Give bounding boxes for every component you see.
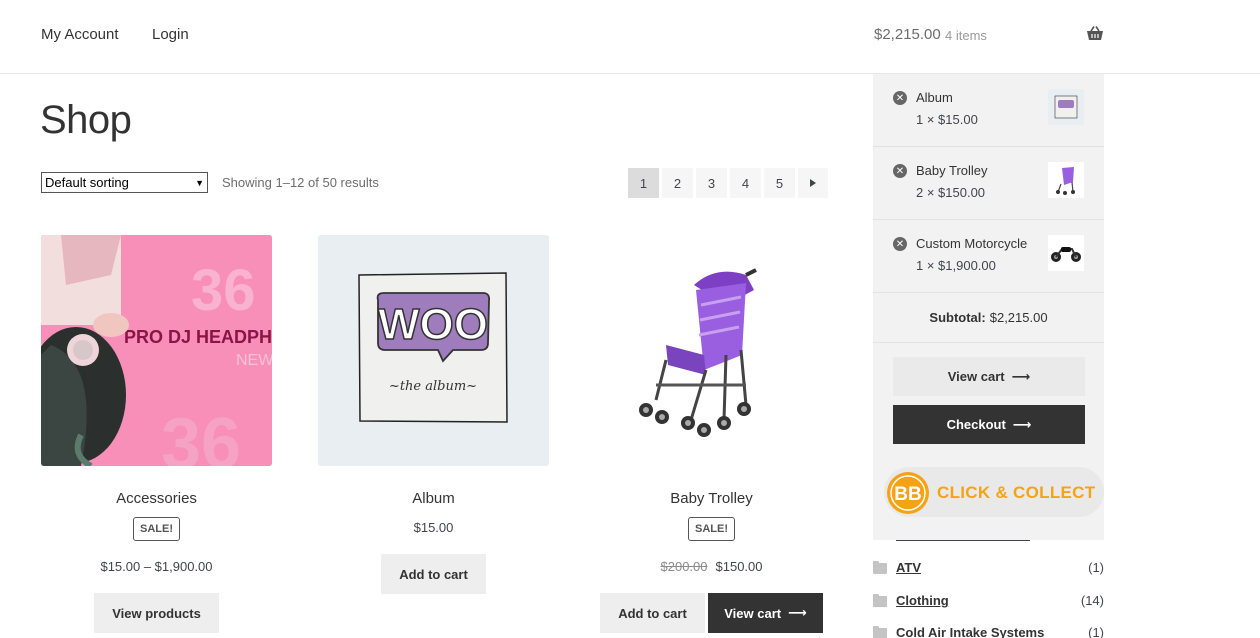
category-link[interactable]: ATV (896, 560, 921, 575)
product-price: $200.00 $150.00 (596, 559, 827, 574)
mini-cart-item-name[interactable]: Custom Motorcycle (916, 236, 1027, 251)
bb-logo-text: BB (894, 484, 921, 505)
category-item: Cold Air Intake Systems (1) (873, 625, 1104, 638)
nav-login[interactable]: Login (152, 26, 189, 43)
ad-sub: NEW (236, 352, 272, 369)
folder-icon (873, 594, 887, 607)
category-item: ATV (1) (873, 560, 1104, 580)
headphones-ad-image: 36 36 PRO DJ HEADPH NEW (41, 235, 272, 466)
remove-item-icon[interactable]: ✕ (893, 164, 907, 178)
mini-cart-view-cart-button[interactable]: View cart ⟶ (893, 357, 1085, 396)
chevron-down-icon: ▼ (195, 177, 204, 188)
view-cart-label: View cart (947, 369, 1005, 384)
caret-right-icon (810, 179, 816, 187)
subtotal-value: $2,215.00 (989, 310, 1048, 325)
mini-cart-thumb-motorcycle[interactable] (1048, 235, 1084, 271)
mini-cart-item-qty: 1 × $15.00 (916, 112, 978, 127)
product-image-album[interactable]: WOO ~the album~ (318, 235, 549, 466)
page-4[interactable]: 4 (730, 168, 761, 198)
woo-logo-text: WOO (378, 300, 488, 349)
product-title[interactable]: Baby Trolley (596, 490, 827, 507)
page-title: Shop (40, 98, 132, 142)
view-cart-button[interactable]: View cart ⟶ (708, 593, 823, 633)
mini-cart-subtotal: Subtotal: $2,215.00 (873, 293, 1104, 343)
pagination: 1 2 3 4 5 (628, 168, 828, 198)
mini-cart-item: ✕ Custom Motorcycle 1 × $1,900.00 (873, 220, 1104, 293)
page-1: 1 (628, 168, 659, 198)
basket-icon[interactable] (1086, 26, 1104, 42)
page-next-button[interactable] (798, 168, 828, 198)
mini-cart-item: ✕ Album 1 × $15.00 (873, 74, 1104, 147)
add-to-cart-button[interactable]: Add to cart (381, 554, 486, 594)
bb-logo-icon: BB (887, 472, 929, 514)
mini-cart-checkout-button[interactable]: Checkout ⟶ (893, 405, 1085, 444)
product-card-album: WOO ~the album~ Album $15.00 Add to cart (318, 235, 549, 594)
product-old-price: $200.00 (660, 559, 708, 574)
arrow-right-icon: ⟶ (788, 605, 807, 620)
subtotal-label: Subtotal: (929, 310, 986, 325)
page-2[interactable]: 2 (662, 168, 693, 198)
product-sale-price: $150.00 (715, 559, 763, 574)
sort-selected-value: Default sorting (45, 175, 129, 190)
ad-number-bottom: 36 (161, 404, 241, 466)
category-count: (14) (1080, 593, 1104, 608)
category-count: (1) (1088, 625, 1104, 638)
mini-cart-thumb-album[interactable] (1048, 89, 1084, 125)
view-products-button[interactable]: View products (94, 593, 219, 633)
remove-item-icon[interactable]: ✕ (893, 237, 907, 251)
stroller-image (639, 268, 757, 437)
category-link[interactable]: Cold Air Intake Systems (896, 625, 1044, 638)
product-card-baby-trolley: Baby Trolley SALE! $200.00 $150.00 Add to… (596, 235, 827, 633)
folder-icon (873, 626, 887, 638)
sale-badge: SALE! (688, 517, 735, 541)
page-5[interactable]: 5 (764, 168, 795, 198)
arrow-right-icon: ⟶ (1011, 368, 1031, 384)
album-cover-image: WOO ~the album~ (318, 235, 549, 466)
hidden-category-underline (896, 540, 1030, 541)
folder-icon (873, 561, 887, 574)
product-title[interactable]: Album (318, 490, 549, 507)
category-item: Clothing (14) (873, 593, 1104, 613)
category-count: (1) (1088, 560, 1104, 575)
click-collect-banner[interactable]: BB CLICK & COLLECT (884, 467, 1104, 517)
sort-select[interactable]: Default sorting ▼ (41, 172, 208, 193)
header-cart-count[interactable]: 4 items (945, 28, 987, 43)
album-thumb-image (1054, 95, 1078, 119)
product-price: $15.00 (413, 520, 454, 535)
ad-headline: PRO DJ HEADPH (124, 327, 272, 347)
mini-cart-item-name[interactable]: Baby Trolley (916, 163, 988, 178)
mini-cart-item: ✕ Baby Trolley 2 × $150.00 (873, 147, 1104, 220)
bb-logo-mark: BB (890, 475, 926, 511)
remove-item-icon[interactable]: ✕ (893, 91, 907, 105)
checkout-label: Checkout (946, 417, 1006, 432)
motorcycle-thumb-image (1051, 247, 1081, 262)
product-price: $15.00 – $1,900.00 (100, 559, 213, 574)
album-sub-text: ~the album~ (389, 379, 477, 394)
header-cart-total[interactable]: $2,215.00 (874, 26, 941, 43)
site-header: My Account Login $2,215.00 4 items (0, 0, 1260, 74)
nav-my-account[interactable]: My Account (41, 26, 119, 43)
mini-cart-item-qty: 1 × $1,900.00 (916, 258, 996, 273)
product-title[interactable]: Accessories (41, 490, 272, 507)
category-link[interactable]: Clothing (896, 593, 949, 608)
result-count: Showing 1–12 of 50 results (222, 175, 379, 190)
sale-badge: SALE! (133, 517, 180, 541)
product-card-accessories: 36 36 PRO DJ HEADPH NEW Accessories SALE… (41, 235, 272, 633)
add-to-cart-button[interactable]: Add to cart (600, 593, 705, 633)
view-cart-label: View cart (724, 605, 782, 621)
mini-cart-thumb-trolley[interactable] (1048, 162, 1084, 198)
mini-cart-item-qty: 2 × $150.00 (916, 185, 986, 200)
ad-number-top: 36 (191, 258, 256, 323)
mini-cart-item-name[interactable]: Album (916, 90, 953, 105)
page-3[interactable]: 3 (696, 168, 727, 198)
product-image-accessories[interactable]: 36 36 PRO DJ HEADPH NEW (41, 235, 272, 466)
product-image-baby-trolley[interactable] (596, 235, 827, 466)
click-collect-text: CLICK & COLLECT (937, 483, 1096, 502)
stroller-thumb-image (1056, 167, 1075, 195)
arrow-right-icon: ⟶ (1012, 416, 1032, 432)
